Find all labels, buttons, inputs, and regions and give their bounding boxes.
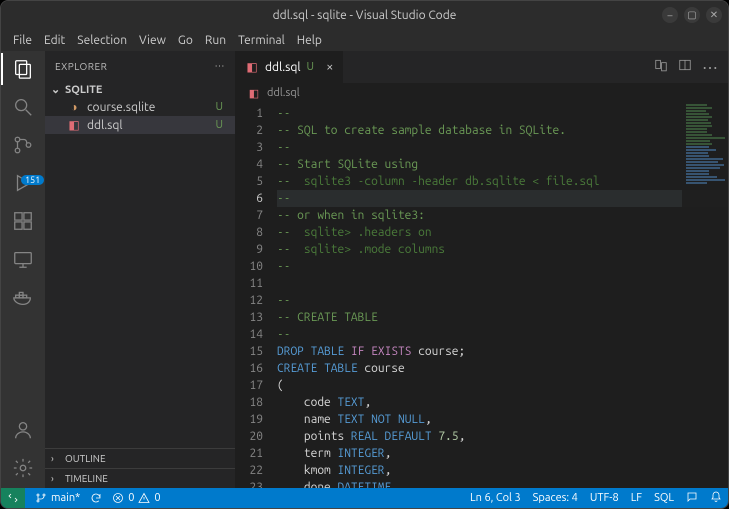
sql-file-icon: ◧ <box>67 118 81 132</box>
compare-changes-icon[interactable] <box>654 58 668 76</box>
timeline-label: TIMELINE <box>65 473 108 484</box>
menu-go[interactable]: Go <box>172 32 199 49</box>
settings-icon[interactable] <box>11 456 35 480</box>
minimize-button[interactable]: – <box>662 7 678 23</box>
editor-more-icon[interactable]: ⋯ <box>702 58 718 77</box>
window-title: ddl.sql - sqlite - Visual Studio Code <box>273 9 457 22</box>
breadcrumb[interactable]: ◧ ddl.sql <box>235 83 728 103</box>
notifications-icon[interactable] <box>710 491 722 506</box>
menu-help[interactable]: Help <box>291 32 328 49</box>
line-gutter: 1234567891011121314151617181920212223242… <box>235 103 277 488</box>
git-status: U <box>215 119 229 131</box>
accounts-icon[interactable] <box>11 418 35 442</box>
chevron-right-icon: › <box>51 473 61 484</box>
file-name: ddl.sql <box>87 119 123 132</box>
close-icon[interactable]: × <box>326 60 333 74</box>
tab-ddl-sql[interactable]: ◧ ddl.sql U × <box>235 51 344 83</box>
sql-file-icon: ◧ <box>245 60 259 74</box>
tab-label: ddl.sql <box>265 61 301 74</box>
sidebar-root[interactable]: ⌄ SQLITE <box>45 81 235 98</box>
breadcrumb-file: ddl.sql <box>267 87 300 99</box>
scm-badge: 151 <box>21 175 44 185</box>
sidebar: EXPLORER ⋯ ⌄ SQLITE ◑ course.sqlite U ◧ ddl.… <box>45 51 235 488</box>
close-button[interactable]: ✕ <box>706 7 722 23</box>
git-status: U <box>215 101 229 113</box>
remote-indicator[interactable] <box>1 488 25 508</box>
menu-terminal[interactable]: Terminal <box>232 32 291 49</box>
activity-bar: 151 <box>1 51 45 488</box>
menu-selection[interactable]: Selection <box>71 32 133 49</box>
editor: ◧ ddl.sql U × ⋯ ◧ ddl.sql 12345678910111… <box>235 51 728 488</box>
code-editor[interactable]: 1234567891011121314151617181920212223242… <box>235 103 728 488</box>
timeline-section[interactable]: › TIMELINE <box>45 468 235 488</box>
tab-bar: ◧ ddl.sql U × ⋯ <box>235 51 728 83</box>
menu-file[interactable]: File <box>7 32 38 49</box>
code-content[interactable]: ---- SQL to create sample database in SQ… <box>277 103 728 488</box>
db-file-icon: ◑ <box>67 100 81 114</box>
language-mode[interactable]: SQL <box>654 492 674 504</box>
problems-indicator[interactable]: 0 0 <box>112 492 160 504</box>
remote-explorer-icon[interactable] <box>11 247 35 271</box>
sidebar-more-icon[interactable]: ⋯ <box>215 60 226 72</box>
file-item[interactable]: ◑ course.sqlite U <box>45 98 235 116</box>
extensions-icon[interactable] <box>11 209 35 233</box>
menu-view[interactable]: View <box>133 32 172 49</box>
git-status: U <box>307 61 321 73</box>
git-branch[interactable]: main* <box>35 492 80 504</box>
outline-label: OUTLINE <box>65 453 106 464</box>
source-control-icon[interactable] <box>11 133 35 157</box>
workspace-name: SQLITE <box>65 84 102 96</box>
feedback-icon[interactable] <box>686 491 698 506</box>
menubar: FileEditSelectionViewGoRunTerminalHelp <box>1 29 728 51</box>
file-item[interactable]: ◧ ddl.sql U <box>45 116 235 134</box>
explorer-icon[interactable] <box>11 57 35 81</box>
indentation[interactable]: Spaces: 4 <box>533 492 578 504</box>
split-editor-icon[interactable] <box>678 58 692 76</box>
docker-icon[interactable] <box>11 285 35 309</box>
sidebar-title: EXPLORER <box>55 61 107 72</box>
search-icon[interactable] <box>11 95 35 119</box>
outline-section[interactable]: › OUTLINE <box>45 448 235 468</box>
sql-file-icon: ◧ <box>247 86 261 100</box>
encoding[interactable]: UTF-8 <box>590 492 619 504</box>
menu-edit[interactable]: Edit <box>38 32 71 49</box>
status-bar: main* 0 0 Ln 6, Col 3 Spaces: 4 UTF-8 LF… <box>1 488 728 508</box>
chevron-right-icon: › <box>51 453 61 464</box>
minimap[interactable] <box>682 103 728 488</box>
titlebar[interactable]: ddl.sql - sqlite - Visual Studio Code – … <box>1 1 728 29</box>
menu-run[interactable]: Run <box>199 32 232 49</box>
maximize-button[interactable]: ▢ <box>684 7 700 23</box>
file-name: course.sqlite <box>87 101 155 114</box>
eol[interactable]: LF <box>631 492 642 504</box>
cursor-position[interactable]: Ln 6, Col 3 <box>470 492 521 504</box>
chevron-down-icon: ⌄ <box>51 83 61 96</box>
sync-button[interactable] <box>90 492 102 504</box>
